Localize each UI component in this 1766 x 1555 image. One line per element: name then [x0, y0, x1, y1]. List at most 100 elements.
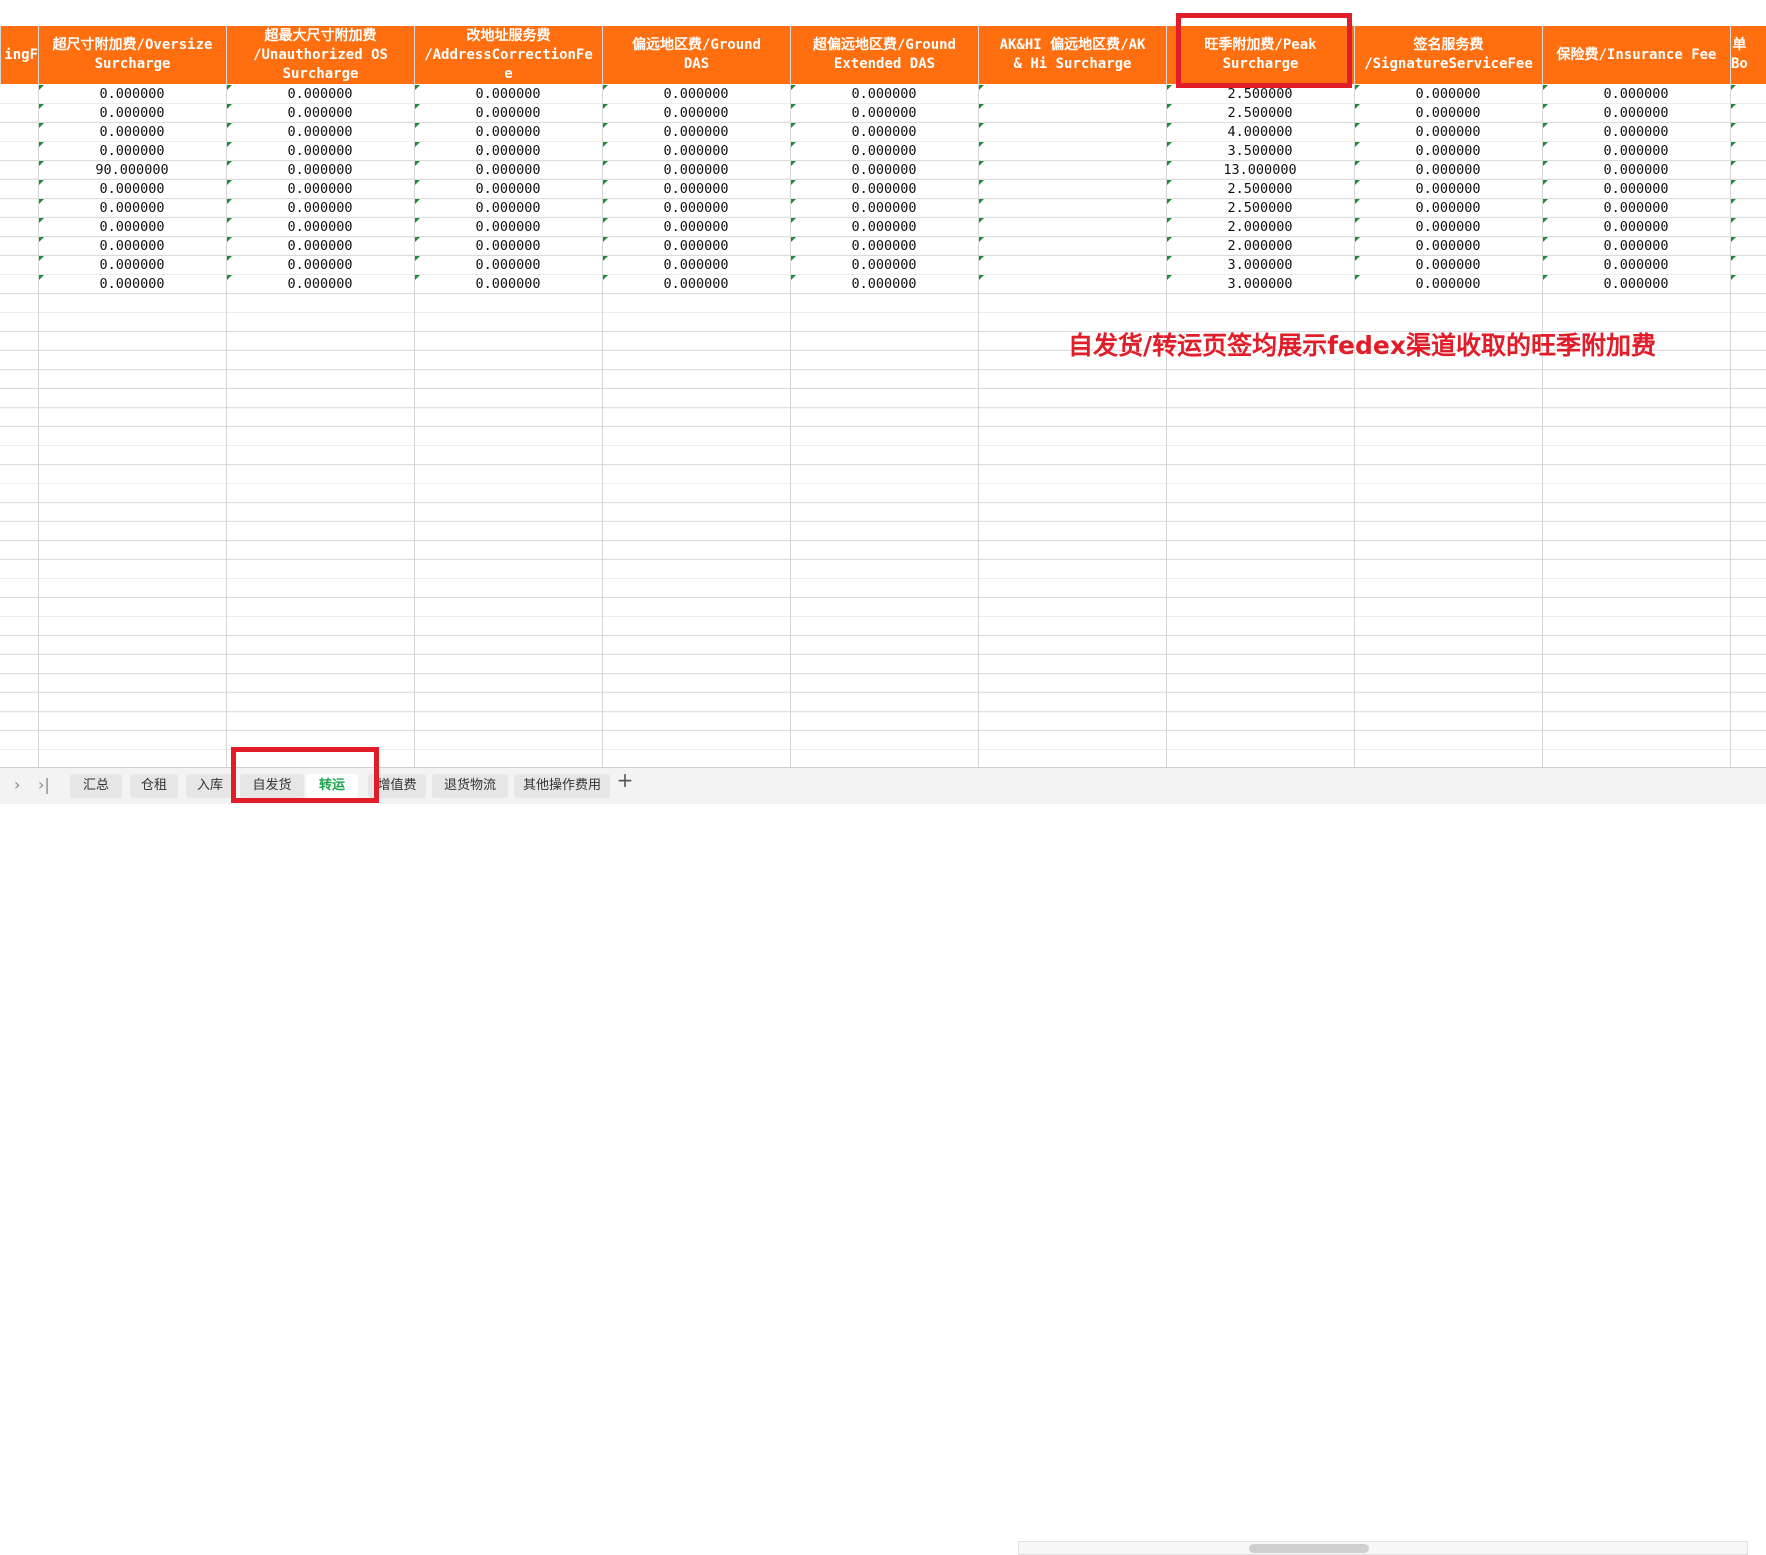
cell-ext_das[interactable]: 0.000000 — [790, 142, 978, 161]
cell-addr[interactable]: 0.000000 — [414, 104, 602, 123]
header-addr[interactable]: 改地址服务费 /AddressCorrectionFe e — [414, 26, 602, 84]
cell-insurance[interactable]: 0.000000 — [1542, 275, 1730, 294]
horizontal-scroll-thumb[interactable] — [1249, 1544, 1369, 1553]
cell-ext_das[interactable]: 0.000000 — [790, 218, 978, 237]
cell-peak[interactable]: 13.000000 — [1166, 161, 1354, 180]
cell-das[interactable]: 0.000000 — [602, 218, 790, 237]
cell-unauth_os[interactable]: 0.000000 — [226, 142, 414, 161]
cell-insurance[interactable]: 0.000000 — [1542, 180, 1730, 199]
tab-last-button[interactable]: ›| — [38, 775, 50, 794]
cell-peak[interactable]: 3.000000 — [1166, 275, 1354, 294]
sheet-tab-2[interactable]: 入库 — [186, 774, 234, 798]
cell-signature[interactable]: 0.000000 — [1354, 275, 1542, 294]
cell-peak[interactable]: 3.500000 — [1166, 142, 1354, 161]
header-akhi[interactable]: AK&HI 偏远地区费/AK & Hi Surcharge — [978, 26, 1166, 84]
cell-oversize[interactable]: 0.000000 — [38, 180, 226, 199]
cell-unauth_os[interactable]: 0.000000 — [226, 85, 414, 104]
cell-das[interactable]: 0.000000 — [602, 275, 790, 294]
cell-oversize[interactable]: 0.000000 — [38, 104, 226, 123]
cell-addr[interactable]: 0.000000 — [414, 85, 602, 104]
cell-das[interactable]: 0.000000 — [602, 199, 790, 218]
header-das[interactable]: 偏远地区费/Ground DAS — [602, 26, 790, 84]
cell-signature[interactable]: 0.000000 — [1354, 199, 1542, 218]
cell-peak[interactable]: 4.000000 — [1166, 123, 1354, 142]
cell-das[interactable]: 0.000000 — [602, 142, 790, 161]
cell-oversize[interactable]: 0.000000 — [38, 142, 226, 161]
cell-das[interactable]: 0.000000 — [602, 237, 790, 256]
header-insurance[interactable]: 保险费/Insurance Fee — [1542, 26, 1730, 84]
cell-unauth_os[interactable]: 0.000000 — [226, 104, 414, 123]
cell-das[interactable]: 0.000000 — [602, 180, 790, 199]
cell-unauth_os[interactable]: 0.000000 — [226, 237, 414, 256]
horizontal-scrollbar[interactable] — [1018, 1541, 1748, 1555]
sheet-tab-7[interactable]: 其他操作费用 — [514, 774, 610, 798]
cell-ext_das[interactable]: 0.000000 — [790, 85, 978, 104]
cell-peak[interactable]: 2.500000 — [1166, 180, 1354, 199]
cell-das[interactable]: 0.000000 — [602, 104, 790, 123]
cell-peak[interactable]: 2.500000 — [1166, 104, 1354, 123]
header-signature[interactable]: 签名服务费 /SignatureServiceFee — [1354, 26, 1542, 84]
cell-addr[interactable]: 0.000000 — [414, 161, 602, 180]
cell-ext_das[interactable]: 0.000000 — [790, 161, 978, 180]
cell-ext_das[interactable]: 0.000000 — [790, 104, 978, 123]
cell-ext_das[interactable]: 0.000000 — [790, 237, 978, 256]
cell-oversize[interactable]: 0.000000 — [38, 218, 226, 237]
cell-signature[interactable]: 0.000000 — [1354, 256, 1542, 275]
cell-oversize[interactable]: 0.000000 — [38, 199, 226, 218]
cell-oversize[interactable]: 0.000000 — [38, 256, 226, 275]
cell-insurance[interactable]: 0.000000 — [1542, 256, 1730, 275]
cell-ext_das[interactable]: 0.000000 — [790, 123, 978, 142]
cell-das[interactable]: 0.000000 — [602, 256, 790, 275]
tab-next-button[interactable]: › — [14, 775, 20, 794]
cell-signature[interactable]: 0.000000 — [1354, 180, 1542, 199]
header-ext_das[interactable]: 超偏远地区费/Ground Extended DAS — [790, 26, 978, 84]
cell-insurance[interactable]: 0.000000 — [1542, 218, 1730, 237]
cell-oversize[interactable]: 0.000000 — [38, 123, 226, 142]
cell-ext_das[interactable]: 0.000000 — [790, 256, 978, 275]
cell-signature[interactable]: 0.000000 — [1354, 104, 1542, 123]
cell-addr[interactable]: 0.000000 — [414, 180, 602, 199]
cell-insurance[interactable]: 0.000000 — [1542, 85, 1730, 104]
cell-peak[interactable]: 2.000000 — [1166, 218, 1354, 237]
cell-ext_das[interactable]: 0.000000 — [790, 199, 978, 218]
cell-signature[interactable]: 0.000000 — [1354, 142, 1542, 161]
cell-insurance[interactable]: 0.000000 — [1542, 161, 1730, 180]
cell-das[interactable]: 0.000000 — [602, 123, 790, 142]
cell-oversize[interactable]: 0.000000 — [38, 85, 226, 104]
cell-oversize[interactable]: 0.000000 — [38, 237, 226, 256]
cell-peak[interactable]: 2.000000 — [1166, 237, 1354, 256]
header-unauth_os[interactable]: 超最大尺寸附加费 /Unauthorized OS Surcharge — [226, 26, 414, 84]
cell-insurance[interactable]: 0.000000 — [1542, 123, 1730, 142]
sheet-tab-6[interactable]: 退货物流 — [432, 774, 508, 798]
cell-insurance[interactable]: 0.000000 — [1542, 104, 1730, 123]
cell-unauth_os[interactable]: 0.000000 — [226, 275, 414, 294]
header-partial2[interactable]: 单 Bo — [1730, 26, 1766, 84]
cell-ext_das[interactable]: 0.000000 — [790, 180, 978, 199]
cell-addr[interactable]: 0.000000 — [414, 142, 602, 161]
cell-addr[interactable]: 0.000000 — [414, 237, 602, 256]
cell-signature[interactable]: 0.000000 — [1354, 237, 1542, 256]
header-oversize[interactable]: 超尺寸附加费/Oversize Surcharge — [38, 26, 226, 84]
header-partial[interactable]: ingF — [0, 26, 38, 84]
sheet-tab-1[interactable]: 仓租 — [130, 774, 178, 798]
cell-das[interactable]: 0.000000 — [602, 161, 790, 180]
cell-insurance[interactable]: 0.000000 — [1542, 237, 1730, 256]
cell-unauth_os[interactable]: 0.000000 — [226, 180, 414, 199]
cell-addr[interactable]: 0.000000 — [414, 199, 602, 218]
cell-ext_das[interactable]: 0.000000 — [790, 275, 978, 294]
cell-insurance[interactable]: 0.000000 — [1542, 142, 1730, 161]
cell-signature[interactable]: 0.000000 — [1354, 218, 1542, 237]
cell-signature[interactable]: 0.000000 — [1354, 161, 1542, 180]
cell-oversize[interactable]: 0.000000 — [38, 275, 226, 294]
cell-unauth_os[interactable]: 0.000000 — [226, 161, 414, 180]
cell-insurance[interactable]: 0.000000 — [1542, 199, 1730, 218]
cell-unauth_os[interactable]: 0.000000 — [226, 256, 414, 275]
cell-addr[interactable]: 0.000000 — [414, 218, 602, 237]
cell-peak[interactable]: 2.500000 — [1166, 199, 1354, 218]
cell-addr[interactable]: 0.000000 — [414, 123, 602, 142]
cell-unauth_os[interactable]: 0.000000 — [226, 199, 414, 218]
cell-addr[interactable]: 0.000000 — [414, 275, 602, 294]
cell-addr[interactable]: 0.000000 — [414, 256, 602, 275]
cell-unauth_os[interactable]: 0.000000 — [226, 218, 414, 237]
cell-das[interactable]: 0.000000 — [602, 85, 790, 104]
